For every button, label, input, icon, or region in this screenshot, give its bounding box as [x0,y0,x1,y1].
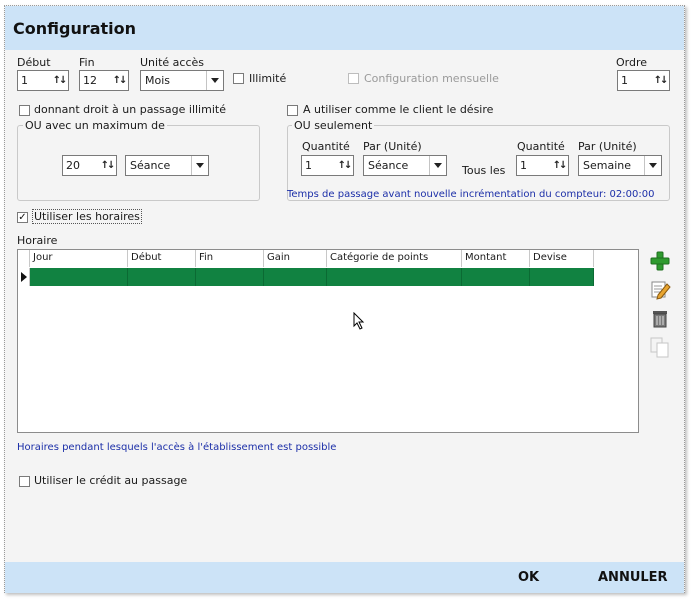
unit1-select[interactable]: Séance [363,155,447,176]
horaires-info: Horaires pendant lesquels l'accès à l'ét… [17,442,337,453]
grid-cell[interactable] [128,268,196,286]
debut-spinner[interactable]: 1 [17,70,69,91]
column-header[interactable]: Début [128,250,196,267]
grid-cell[interactable] [30,268,128,286]
maximum-unit-value: Séance [130,159,171,172]
unite-select[interactable]: Mois [140,70,224,91]
ordre-value: 1 [621,74,628,87]
copy-icon[interactable] [649,336,671,358]
column-header[interactable]: Jour [30,250,128,267]
footer-bar: OK ANNULER [5,562,684,593]
table-row[interactable] [30,268,594,286]
qty2-value: 1 [520,159,527,172]
unit1-value: Séance [368,159,409,172]
grid-cell[interactable] [530,268,594,286]
fin-label: Fin [79,56,95,69]
chevron-down-icon[interactable] [191,156,208,175]
spin-arrows-icon[interactable] [51,72,67,89]
ordre-spinner[interactable]: 1 [617,70,670,91]
client-desire-checkbox[interactable] [287,105,298,116]
spin-arrows-icon[interactable] [336,157,352,174]
seulement-legend: OU seulement [292,119,375,132]
unit2-select[interactable]: Semaine [578,155,662,176]
column-header[interactable]: Devise [530,250,594,267]
chevron-down-icon[interactable] [206,71,223,90]
use-horaires-checkbox[interactable] [17,212,28,223]
credit-label: Utiliser le crédit au passage [34,474,188,487]
configuration-window: Configuration Début 1 Fin 12 Unité accès… [4,5,685,593]
illimite-label: Illimité [249,72,287,85]
maximum-quantity-value: 20 [66,159,80,172]
fin-value: 12 [83,74,97,87]
grid-cell[interactable] [196,268,264,286]
spin-arrows-icon[interactable] [99,157,115,174]
qty2-label: Quantité [517,140,565,153]
spin-arrows-icon[interactable] [551,157,567,174]
mouse-cursor-icon [353,312,365,330]
delete-icon[interactable] [649,307,671,329]
grid-cell[interactable] [462,268,530,286]
unite-value: Mois [145,74,171,87]
unit1-label: Par (Unité) [363,140,422,153]
passage-time-info: Temps de passage avant nouvelle incrémen… [287,189,655,200]
config-mensuelle-label: Configuration mensuelle [364,72,499,85]
window-title: Configuration [13,19,137,38]
grid-corner [18,250,30,267]
qty1-label: Quantité [302,140,350,153]
column-header[interactable]: Montant [462,250,530,267]
title-bar: Configuration [5,6,684,50]
chevron-down-icon[interactable] [429,156,446,175]
qty1-spinner[interactable]: 1 [301,155,354,176]
edit-icon[interactable] [649,278,671,300]
config-mensuelle-checkbox[interactable] [348,73,359,84]
grid-cell[interactable] [264,268,327,286]
horaires-grid[interactable]: Jour Début Fin Gain Catégorie de points … [17,249,639,433]
qty2-spinner[interactable]: 1 [516,155,569,176]
column-header[interactable]: Gain [264,250,327,267]
spin-arrows-icon[interactable] [111,72,127,89]
illimite-checkbox[interactable] [233,73,244,84]
credit-checkbox[interactable] [19,476,30,487]
qty1-value: 1 [305,159,312,172]
passage-illimite-checkbox[interactable] [19,105,30,116]
grid-header: Jour Début Fin Gain Catégorie de points … [18,250,594,267]
tous-les-label: Tous les [462,164,506,177]
ok-button[interactable]: OK [518,570,539,585]
fin-spinner[interactable]: 12 [79,70,129,91]
column-header[interactable]: Catégorie de points [327,250,462,267]
maximum-unit-select[interactable]: Séance [125,155,209,176]
unit2-label: Par (Unité) [578,140,637,153]
unite-label: Unité accès [140,56,204,69]
row-pointer-icon[interactable] [18,268,30,286]
maximum-quantity-spinner[interactable]: 20 [62,155,117,176]
passage-illimite-label: donnant droit à un passage illimité [34,103,226,116]
ordre-label: Ordre [616,56,648,69]
debut-label: Début [17,56,51,69]
horaire-section-label: Horaire [17,234,58,247]
client-desire-label: A utiliser comme le client le désire [303,103,494,116]
grid-cell[interactable] [327,268,462,286]
add-icon[interactable] [649,250,671,272]
unit2-value: Semaine [583,159,632,172]
chevron-down-icon[interactable] [644,156,661,175]
cancel-button[interactable]: ANNULER [598,570,668,585]
maximum-legend: OU avec un maximum de [23,119,167,132]
column-header[interactable]: Fin [196,250,264,267]
spin-arrows-icon[interactable] [652,72,668,89]
use-horaires-label[interactable]: Utiliser les horaires [32,209,142,224]
debut-value: 1 [21,74,28,87]
